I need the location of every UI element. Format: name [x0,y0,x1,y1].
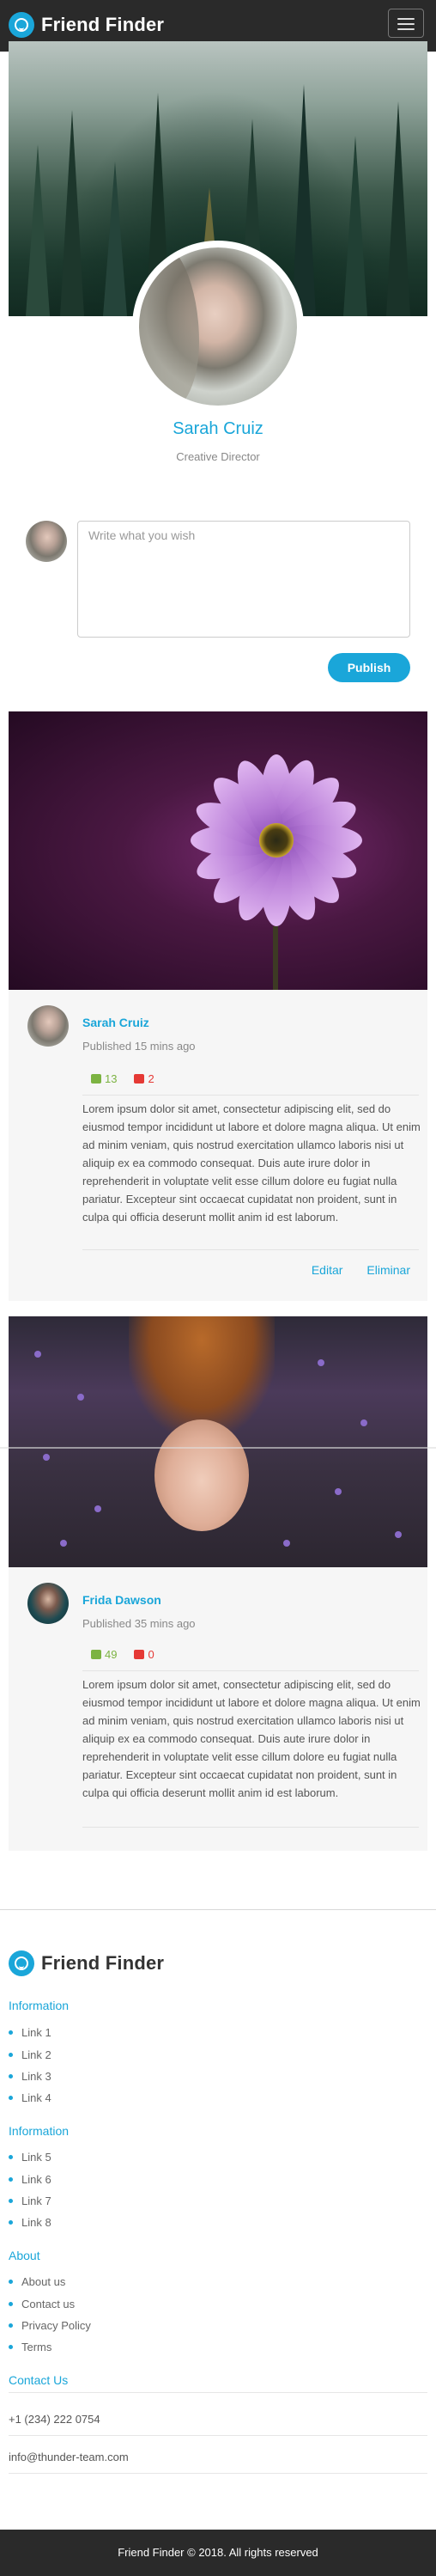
post-text: Lorem ipsum dolor sit amet, consectetur … [82,1102,421,1224]
bullet-icon [9,2302,13,2306]
footer-link[interactable]: Contact us [9,2298,75,2310]
divider [82,1095,419,1096]
footer-link[interactable]: Link 2 [9,2048,51,2061]
footer-link-label: Link 7 [21,2194,51,2207]
divider [82,1827,419,1828]
bullet-icon [9,2074,13,2079]
profile-name: Sarah Cruiz [173,419,263,438]
like-count: 13 [105,1072,118,1085]
footer-divider [0,1909,436,1910]
footer-link-label: Terms [21,2341,52,2353]
footer-link-label: Link 4 [21,2091,51,2104]
thumbs-up-icon [91,1074,101,1084]
footer-link[interactable]: Privacy Policy [9,2319,91,2332]
edit-link[interactable]: Editar [312,1263,343,1277]
brand-name: Friend Finder [41,14,165,35]
publish-button[interactable]: Publish [328,653,410,682]
menu-bar [397,23,415,25]
footer-link[interactable]: Link 6 [9,2173,51,2186]
footer-link-label: Link 5 [21,2151,51,2164]
like-count: 49 [105,1648,118,1661]
bullet-icon [9,2155,13,2159]
reactions: 49 0 [91,1648,154,1661]
contact-title: Contact Us [9,2373,69,2387]
profile-avatar [132,241,304,412]
post-text: Lorem ipsum dolor sit amet, consectetur … [82,1678,421,1799]
footer-link[interactable]: Link 8 [9,2216,51,2229]
divider [82,1249,419,1250]
like-button[interactable]: 49 [91,1648,117,1661]
footer-section-title: About [9,2249,40,2262]
divider [9,2473,427,2474]
composer-avatar [26,521,67,562]
footer-section-title: Information [9,2124,70,2138]
post-textarea[interactable]: Write what you wish [77,521,410,638]
author-avatar [27,1583,69,1624]
footer-link-label: Link 3 [21,2070,51,2083]
dislike-button[interactable]: 2 [134,1072,154,1085]
thumbs-up-icon [91,1650,101,1659]
brand-link[interactable]: Friend Finder [9,12,164,38]
footer-link-label: Contact us [21,2298,76,2310]
footer-link-label: Link 2 [21,2048,51,2061]
menu-bar [397,28,415,30]
footer-link-label: Link 1 [21,2026,51,2039]
footer-link-label: Link 8 [21,2216,51,2229]
email-address[interactable]: info@thunder-team.com [9,2451,129,2463]
overlay-line [0,1447,436,1449]
bullet-icon [9,2053,13,2057]
post-image [9,711,427,990]
footer-brand-name: Friend Finder [41,1952,165,1974]
bullet-icon [9,2177,13,2182]
menu-bar [397,18,415,20]
profile-role: Creative Director [176,450,260,463]
bullet-icon [9,2345,13,2349]
reactions: 13 2 [91,1072,154,1085]
bullet-icon [9,2030,13,2035]
dislike-button[interactable]: 0 [134,1648,154,1661]
divider [9,2392,427,2393]
bullet-icon [9,2220,13,2225]
dislike-count: 2 [148,1072,154,1085]
author-name[interactable]: Frida Dawson [82,1593,161,1607]
copyright-bar: Friend Finder © 2018. All rights reserve… [0,2530,436,2576]
post-image [9,1316,427,1567]
like-button[interactable]: 13 [91,1072,117,1085]
bullet-icon [9,2096,13,2100]
footer-link[interactable]: Link 5 [9,2151,51,2164]
divider [9,2435,427,2436]
published-time: Published 35 mins ago [82,1617,196,1630]
post-card: Sarah Cruiz Published 15 mins ago 13 2 L… [9,711,427,1301]
footer-link[interactable]: Link 1 [9,2026,51,2039]
footer-link[interactable]: Link 3 [9,2070,51,2083]
published-time: Published 15 mins ago [82,1040,196,1053]
post-card: Frida Dawson Published 35 mins ago 49 0 … [9,1316,427,1851]
footer-link-label: About us [21,2275,66,2288]
friend-finder-logo-icon [9,12,34,38]
divider [82,1670,419,1671]
thumbs-down-icon [134,1074,145,1084]
footer-link[interactable]: About us [9,2275,65,2288]
bullet-icon [9,2199,13,2203]
delete-link[interactable]: Eliminar [366,1263,410,1277]
friend-finder-logo-icon [9,1950,34,1976]
hamburger-menu-button[interactable] [388,9,424,38]
footer-link[interactable]: Link 4 [9,2091,51,2104]
footer-section-title: Information [9,1999,70,2012]
footer-link-label: Link 6 [21,2173,51,2186]
author-name[interactable]: Sarah Cruiz [82,1016,149,1029]
post-actions: Editar Eliminar [312,1263,410,1277]
dislike-count: 0 [148,1648,154,1661]
phone-number[interactable]: +1 (234) 222 0754 [9,2413,100,2426]
footer-link[interactable]: Link 7 [9,2194,51,2207]
footer-link[interactable]: Terms [9,2341,51,2353]
footer-link-label: Privacy Policy [21,2319,91,2332]
author-avatar [27,1005,69,1047]
thumbs-down-icon [134,1650,145,1659]
footer-brand[interactable]: Friend Finder [9,1950,164,1976]
bullet-icon [9,2323,13,2328]
bullet-icon [9,2280,13,2284]
